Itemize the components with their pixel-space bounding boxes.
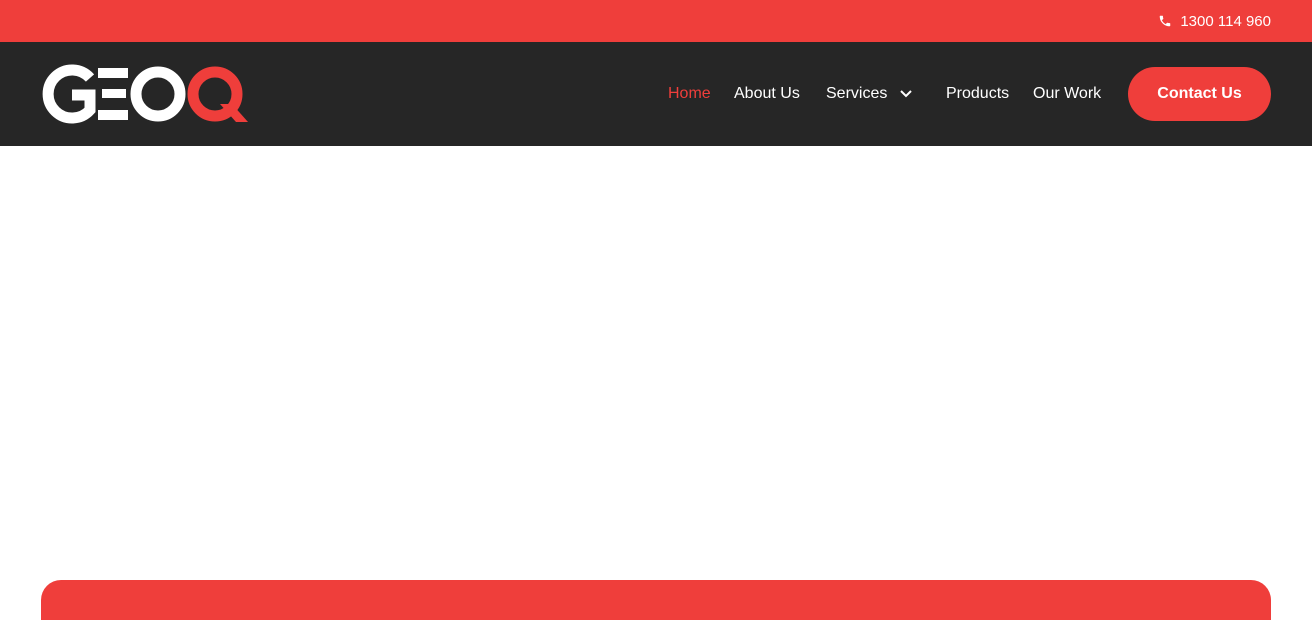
nav-item-services[interactable]: Services (826, 42, 913, 146)
phone-link[interactable]: 1300 114 960 (1158, 0, 1271, 42)
nav-item-our-work[interactable]: Our Work (1033, 42, 1101, 146)
nav-item-label: About Us (734, 85, 800, 102)
phone-icon (1158, 14, 1172, 28)
top-bar: 1300 114 960 (0, 0, 1312, 42)
chevron-down-icon[interactable] (899, 89, 913, 99)
nav-item-label: Services (826, 85, 888, 102)
hero-banner (41, 580, 1271, 620)
nav-item-label: Home (668, 85, 711, 102)
nav-item-label: Products (946, 85, 1010, 102)
nav-item-products[interactable]: Products (946, 42, 1009, 146)
nav-item-label: Our Work (1033, 85, 1102, 102)
contact-us-button[interactable]: Contact Us (1128, 67, 1271, 121)
site-header: Home About Us Services Products Our Work… (0, 42, 1312, 146)
main-nav: Home About Us Services Products Our Work (0, 42, 1312, 146)
nav-item-home[interactable]: Home (668, 42, 711, 146)
nav-item-about-us[interactable]: About Us (734, 42, 800, 146)
phone-number: 1300 114 960 (1180, 12, 1271, 30)
